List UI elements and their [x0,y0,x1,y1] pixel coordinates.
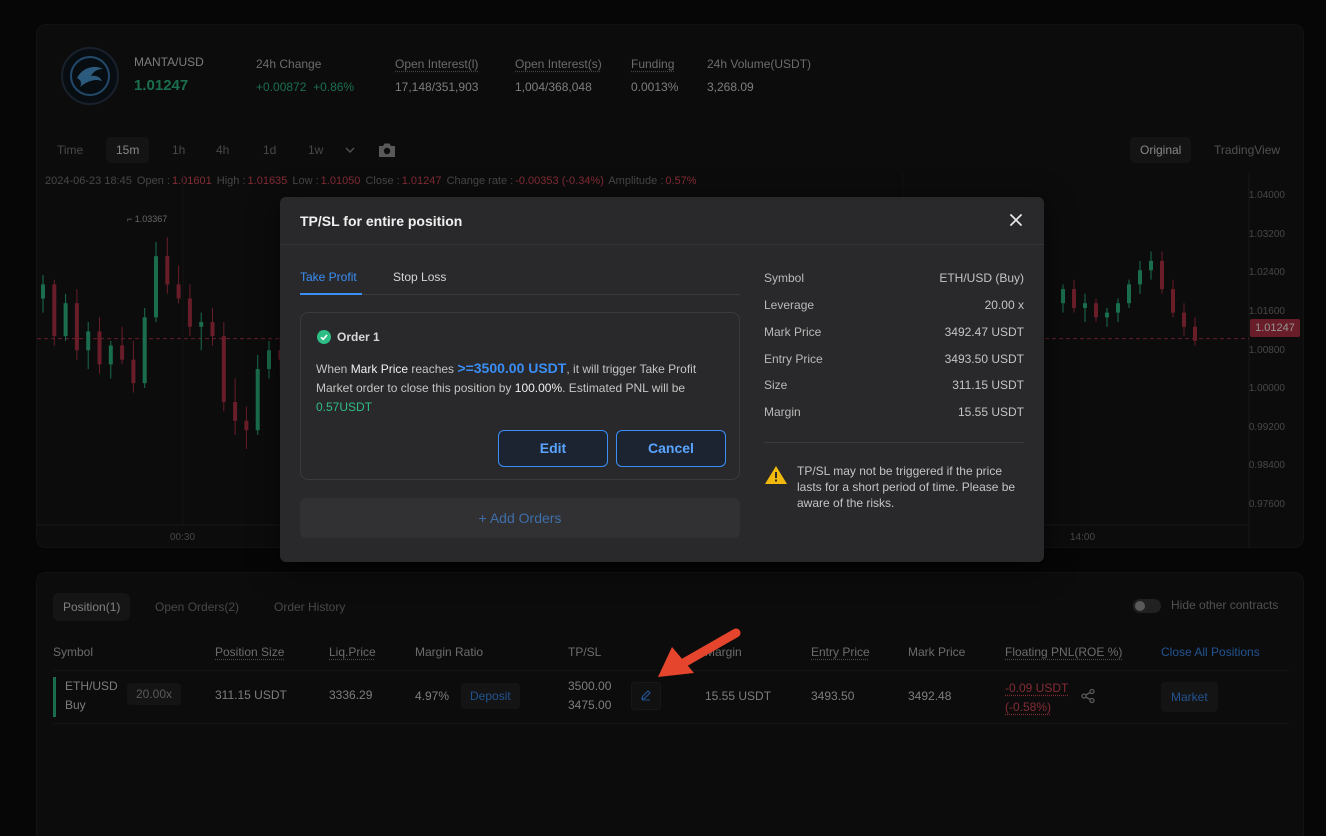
desc-mark-price: Mark Price [351,362,408,376]
detail-symbol: ETH/USD (Buy) [939,271,1024,285]
details-divider [764,442,1024,443]
modal-divider [280,244,1044,245]
desc-text: When [316,362,351,376]
desc-target-price: >=3500.00 USDT [457,360,566,376]
desc-text: . Estimated PNL will be [562,381,685,395]
detail-leverage: 20.00 x [985,298,1024,312]
cancel-button[interactable]: Cancel [616,430,726,467]
detail-margin: 15.55 USDT [958,405,1024,419]
annotation-arrow-icon [650,625,750,685]
desc-text: reaches [408,362,457,376]
detail-label: Margin [764,405,801,419]
add-orders-button[interactable]: + Add Orders [300,498,740,538]
detail-size: 311.15 USDT [952,378,1024,392]
order-description: When Mark Price reaches >=3500.00 USDT, … [316,359,736,417]
edit-button[interactable]: Edit [498,430,608,467]
tab-take-profit[interactable]: Take Profit [300,270,357,284]
detail-label: Entry Price [764,352,823,366]
check-circle-icon [317,330,331,344]
detail-label: Symbol [764,271,804,285]
order-card: Order 1 When Mark Price reaches >=3500.0… [300,312,740,480]
tab-stop-loss[interactable]: Stop Loss [393,270,446,284]
tab-active-indicator [300,293,362,295]
detail-label: Size [764,378,787,392]
desc-percent: 100.00% [515,381,562,395]
desc-estimated-pnl: 0.57USDT [316,400,372,414]
close-icon[interactable] [1007,211,1025,229]
detail-mark-price: 3492.47 USDT [945,325,1024,339]
tpsl-modal: TP/SL for entire position Take Profit St… [280,197,1044,562]
warning-text: TP/SL may not be triggered if the price … [797,463,1027,511]
detail-label: Leverage [764,298,814,312]
order-title: Order 1 [337,330,380,344]
modal-title: TP/SL for entire position [300,213,462,229]
tab-underline [300,294,740,295]
detail-entry-price: 3493.50 USDT [945,352,1024,366]
warning-icon [764,465,788,488]
detail-label: Mark Price [764,325,821,339]
